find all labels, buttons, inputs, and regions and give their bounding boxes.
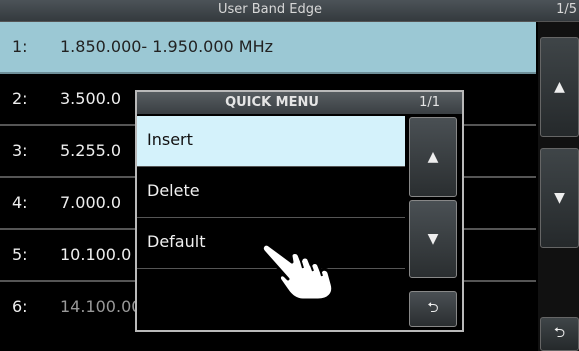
quick-menu-title: QUICK MENU [225, 95, 319, 110]
menu-item-insert[interactable]: Insert [137, 116, 405, 167]
triangle-down-icon: ▼ [427, 231, 439, 247]
side-scroll-bar: ▲ ▼ ⮌ [538, 22, 579, 351]
return-arrow-icon: ⮌ [427, 300, 439, 316]
list-item[interactable]: 1: 1.850.000- 1.950.000 MHz [0, 22, 536, 74]
row-number: 6: [12, 297, 28, 316]
menu-item-delete[interactable]: Delete [137, 167, 405, 218]
scroll-down-button[interactable]: ▼ [540, 148, 579, 248]
menu-item-label: Default [147, 232, 206, 251]
row-number: 3: [12, 141, 28, 160]
quick-menu-back-button[interactable]: ⮌ [409, 291, 457, 327]
triangle-up-icon: ▲ [427, 149, 439, 165]
scroll-up-button[interactable]: ▲ [540, 37, 579, 137]
row-number: 1: [12, 37, 28, 56]
menu-item-label: Delete [147, 181, 200, 200]
menu-item-label: Insert [147, 130, 193, 149]
row-value: 7.000.0 [60, 193, 122, 212]
page-indicator: 1/5 [556, 2, 577, 17]
row-value: 5.255.0 [60, 141, 122, 160]
title-bar: User Band Edge 1/5 [0, 0, 579, 22]
row-value: 10.100.0 [60, 245, 132, 264]
pointing-hand-icon [260, 242, 335, 302]
row-number: 5: [12, 245, 28, 264]
quick-menu-up-button[interactable]: ▲ [409, 117, 457, 197]
back-button[interactable]: ⮌ [540, 317, 579, 351]
row-number: 4: [12, 193, 28, 212]
page-title: User Band Edge [218, 2, 322, 17]
quick-menu-down-button[interactable]: ▼ [409, 200, 457, 278]
quick-menu-header: QUICK MENU 1/1 [137, 92, 462, 114]
row-value: 1.850.000- 1.950.000 MHz [60, 37, 274, 56]
return-arrow-icon: ⮌ [553, 325, 566, 341]
row-value: 3.500.0 [60, 89, 122, 108]
row-number: 2: [12, 89, 28, 108]
triangle-up-icon: ▲ [554, 79, 565, 95]
triangle-down-icon: ▼ [554, 190, 565, 206]
quick-menu-page: 1/1 [419, 95, 440, 110]
